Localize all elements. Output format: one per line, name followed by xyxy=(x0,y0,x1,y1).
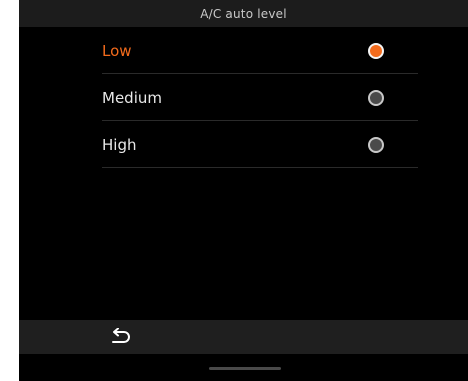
level-option-list: Low Medium High xyxy=(102,27,418,168)
settings-screen: A/C auto level Low Medium High xyxy=(19,0,468,381)
radio-unselected-icon[interactable] xyxy=(368,136,384,153)
return-arrow-icon xyxy=(112,328,130,343)
home-indicator[interactable] xyxy=(209,367,281,370)
option-high[interactable]: High xyxy=(102,121,418,168)
radio-unselected-icon[interactable] xyxy=(368,89,384,106)
header-bar: A/C auto level xyxy=(19,0,468,27)
option-label: Low xyxy=(102,41,132,60)
radio-selected-icon[interactable] xyxy=(368,42,384,59)
footer-bar xyxy=(19,320,468,354)
divider xyxy=(102,167,418,168)
back-button[interactable] xyxy=(107,324,135,350)
option-medium[interactable]: Medium xyxy=(102,74,418,121)
option-label: High xyxy=(102,135,137,154)
option-low[interactable]: Low xyxy=(102,27,418,74)
page-title: A/C auto level xyxy=(200,6,287,21)
option-label: Medium xyxy=(102,88,162,107)
